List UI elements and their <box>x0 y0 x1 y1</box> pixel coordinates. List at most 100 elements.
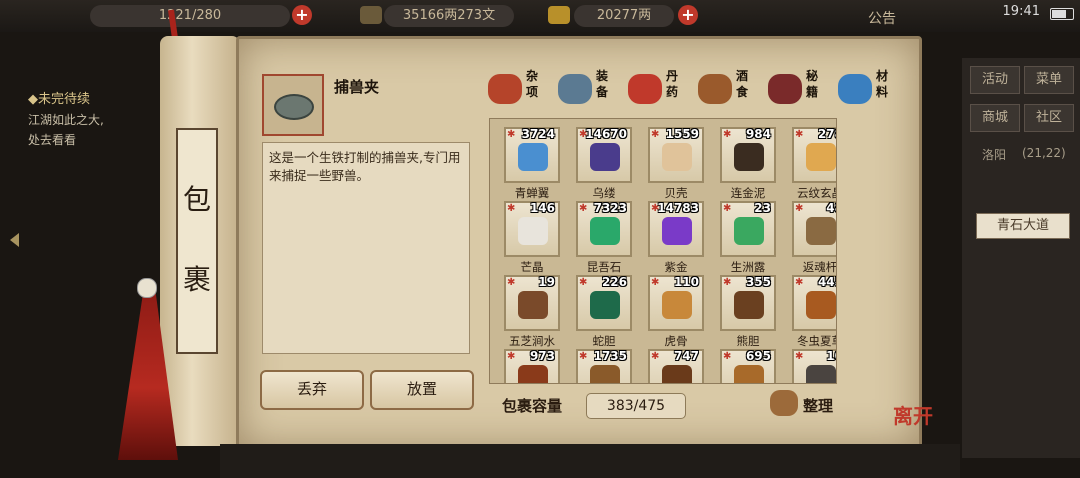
tab-2[interactable]: 丹药 <box>626 68 686 108</box>
shop-button[interactable]: 商城 <box>970 104 1020 132</box>
item-slot[interactable]: ✱ 146 <box>504 201 560 257</box>
item-count: 14670 <box>585 127 627 141</box>
item-slot[interactable]: ✱ 278 <box>792 127 836 183</box>
new-star-icon: ✱ <box>723 351 732 362</box>
item-slot[interactable]: ✱ 19 <box>504 275 560 331</box>
silver-value: 35166两273文 <box>402 8 496 23</box>
new-star-icon: ✱ <box>579 277 588 288</box>
item-grid[interactable]: ✱3724青蝉翼✱14670乌缕✱1559贝壳✱984连金泥✱278云纹玄晶✱1… <box>489 118 837 384</box>
gold-icon <box>548 6 570 24</box>
leave-logo[interactable]: 离开 <box>893 400 933 429</box>
collapse-arrow-icon[interactable] <box>10 233 19 247</box>
new-star-icon: ✱ <box>651 277 660 288</box>
item-slot[interactable]: ✱ 1735 <box>576 349 632 383</box>
item-icon <box>518 291 548 319</box>
item-slot[interactable]: ✱ 3724 <box>504 127 560 183</box>
quest-tracker[interactable]: ◆未完待续 江湖如此之大, 处去看看 <box>28 90 148 150</box>
activity-button[interactable]: 活动 <box>970 66 1020 94</box>
item-slot[interactable]: ✱ 355 <box>720 275 776 331</box>
silver-display: 35166两273文 <box>384 5 514 27</box>
new-star-icon: ✱ <box>507 203 516 214</box>
new-star-icon: ✱ <box>579 351 588 362</box>
item-slot[interactable]: ✱ 445 <box>792 275 836 331</box>
item-count: 110 <box>673 275 699 289</box>
item-slot[interactable]: ✱ 973 <box>504 349 560 383</box>
tab-1[interactable]: 装备 <box>556 68 616 108</box>
item-slot[interactable]: ✱ 110 <box>648 275 704 331</box>
item-count: 355 <box>745 275 771 289</box>
item-name: 紫金 <box>664 260 688 274</box>
item-name: 冬虫夏草 <box>797 334 836 348</box>
item-icon <box>806 291 836 319</box>
quest-line-2: 处去看看 <box>28 133 77 147</box>
inventory-title: 包 裹 <box>176 128 218 354</box>
location-name: 洛阳 <box>982 148 1007 162</box>
item-icon <box>662 217 692 245</box>
item-icon <box>662 291 692 319</box>
item-count: 3724 <box>521 127 555 141</box>
new-star-icon: ✱ <box>723 129 732 140</box>
item-count: 226 <box>601 275 627 289</box>
item-name: 乌缕 <box>592 186 616 200</box>
item-count: 984 <box>745 127 771 141</box>
tab-label: 秘籍 <box>806 69 819 99</box>
community-button[interactable]: 社区 <box>1024 104 1074 132</box>
tab-0[interactable]: 杂项 <box>486 68 546 108</box>
item-icon <box>806 217 836 245</box>
book-icon <box>768 74 802 104</box>
item-slot[interactable]: ✱ 7323 <box>576 201 632 257</box>
sort-button[interactable]: 整理 <box>803 395 833 416</box>
item-name: 蛇胆 <box>592 334 616 348</box>
item-slot[interactable]: ✱ 747 <box>648 349 704 383</box>
item-icon <box>518 217 548 245</box>
pill-icon <box>628 74 662 104</box>
capacity-label: 包裹容量 <box>502 397 563 415</box>
tab-label: 酒食 <box>736 69 749 99</box>
tab-label: 装备 <box>596 69 609 99</box>
item-slot[interactable]: ✱ 695 <box>720 349 776 383</box>
item-count: 7323 <box>593 201 627 215</box>
bottom-bar <box>220 444 960 478</box>
item-count: 747 <box>673 349 699 363</box>
add-stat-1-button[interactable]: + <box>292 5 312 25</box>
item-slot[interactable]: ✱ 984 <box>720 127 776 183</box>
menu-button[interactable]: 菜单 <box>1024 66 1074 94</box>
item-slot[interactable]: ✱ 23 <box>720 201 776 257</box>
item-slot[interactable]: ✱ 10 <box>792 349 836 383</box>
item-slot[interactable]: ✱ 14670 <box>576 127 632 183</box>
item-count: 695 <box>745 349 771 363</box>
new-star-icon: ✱ <box>723 277 732 288</box>
place-button[interactable]: 放置 <box>370 370 474 410</box>
item-icon <box>590 143 620 171</box>
item-name: 云纹玄晶 <box>797 186 836 200</box>
sort-bag-icon[interactable] <box>770 390 798 416</box>
new-star-icon: ✱ <box>579 203 588 214</box>
item-name: 熊胆 <box>736 334 760 348</box>
tab-label: 杂项 <box>526 69 539 99</box>
item-icon <box>734 365 764 383</box>
notice-button[interactable]: 公告 <box>868 8 896 28</box>
tab-5[interactable]: 材料 <box>836 68 896 108</box>
item-description: 这是一个生铁打制的捕兽夹,专门用来捕捉一些野兽。 <box>262 142 470 354</box>
item-count: 278 <box>817 127 836 141</box>
tab-4[interactable]: 秘籍 <box>766 68 826 108</box>
item-slot[interactable]: ✱ 48 <box>792 201 836 257</box>
crystal-icon <box>838 74 872 104</box>
item-name: 贝壳 <box>664 186 688 200</box>
discard-button[interactable]: 丢弃 <box>260 370 364 410</box>
item-slot[interactable]: ✱ 226 <box>576 275 632 331</box>
selected-item-icon-box <box>262 74 324 136</box>
item-slot[interactable]: ✱ 1559 <box>648 127 704 183</box>
add-gold-button[interactable]: + <box>678 5 698 25</box>
selected-item-name: 捕兽夹 <box>334 78 380 96</box>
new-star-icon: ✱ <box>795 129 804 140</box>
road-label[interactable]: 青石大道 <box>976 213 1070 239</box>
new-star-icon: ✱ <box>795 351 804 362</box>
tab-3[interactable]: 酒食 <box>696 68 756 108</box>
item-icon <box>734 217 764 245</box>
gold-value: 20277两 <box>596 8 652 23</box>
item-slot[interactable]: ✱ 14783 <box>648 201 704 257</box>
new-star-icon: ✱ <box>507 277 516 288</box>
item-name: 昆吾石 <box>586 260 622 274</box>
item-count: 19 <box>538 275 555 289</box>
